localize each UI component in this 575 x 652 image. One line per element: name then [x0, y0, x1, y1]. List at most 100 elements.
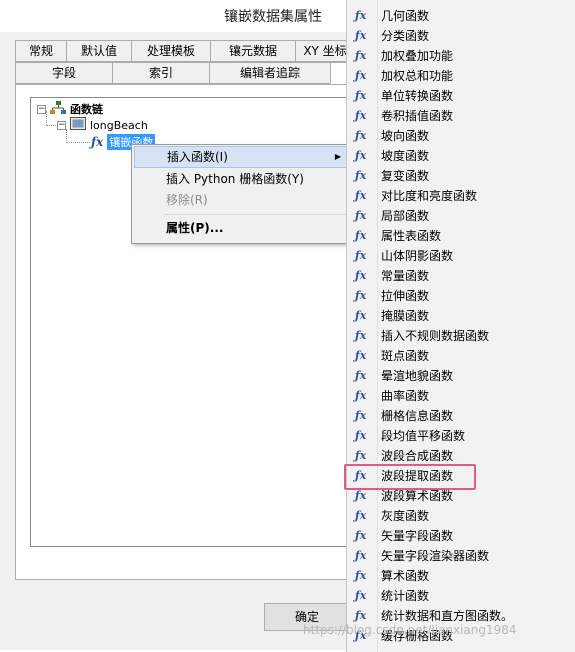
submenu-item[interactable]: ƒx 矢量字段渲染器函数 — [347, 546, 575, 566]
function-icon: ƒx — [355, 129, 371, 144]
menu-item-label: 属性(P)... — [166, 221, 224, 235]
submenu-item[interactable]: ƒx 拉伸函数 — [347, 286, 575, 306]
tree-label-function-chain: 函数链 — [70, 103, 103, 116]
submenu-item-label: 统计函数 — [381, 589, 430, 603]
submenu-item-label: 斑点函数 — [381, 349, 430, 363]
function-icon: ƒx — [355, 89, 371, 104]
watermark-text: https://blog.csdn.net/lianxiang1984 — [303, 623, 517, 637]
submenu-item-label: 灰度函数 — [381, 509, 430, 523]
tab-indexes[interactable]: 索引 — [112, 62, 210, 84]
submenu-item[interactable]: ƒx 复变函数 — [347, 166, 575, 186]
menu-item-label: 插入 Python 栅格函数(Y) — [166, 172, 304, 186]
submenu-item-label: 分类函数 — [381, 29, 430, 43]
collapse-icon[interactable]: − — [37, 104, 46, 114]
submenu-item-label: 晕渲地貌函数 — [381, 369, 454, 383]
menu-item-label: 插入函数(I) — [167, 150, 228, 164]
submenu-item-label: 对比度和亮度函数 — [381, 189, 478, 203]
function-icon: ƒx — [355, 109, 371, 124]
submenu-item[interactable]: ƒx 统计函数 — [347, 586, 575, 606]
submenu-item[interactable]: ƒx 局部函数 — [347, 206, 575, 226]
submenu-arrow-icon: ▶ — [334, 152, 341, 161]
function-icon: ƒx — [355, 329, 371, 344]
submenu-item-label: 坡向函数 — [381, 129, 430, 143]
function-icon: ƒx — [355, 69, 371, 84]
submenu-item[interactable]: ƒx 属性表函数 — [347, 226, 575, 246]
submenu-item[interactable]: ƒx 常量函数 — [347, 266, 575, 286]
function-submenu: ƒx 几何函数 ƒx 分类函数 ƒx 加权叠加功能 ƒx 加权总和功能 ƒx 单位转换函数 ƒx 卷积… — [346, 0, 575, 652]
function-icon: ƒx — [355, 249, 371, 264]
collapse-icon[interactable]: − — [57, 120, 66, 130]
submenu-item[interactable]: ƒx 斑点函数 — [347, 346, 575, 366]
tree-label-longbeach: longBeach — [90, 118, 148, 132]
function-icon: ƒx — [355, 209, 371, 224]
submenu-item[interactable]: ƒx 栅格信息函数 — [347, 406, 575, 426]
submenu-item[interactable]: ƒx 坡度函数 — [347, 146, 575, 166]
submenu-item[interactable]: ƒx 晕渲地貌函数 — [347, 366, 575, 386]
function-icon: ƒx — [355, 569, 371, 584]
tree-node-longbeach[interactable]: − longBeach — [57, 117, 148, 133]
submenu-item-label: 掩膜函数 — [381, 309, 430, 323]
function-icon: ƒx — [355, 289, 371, 304]
function-icon: ƒx — [355, 389, 371, 404]
submenu-item-label: 属性表函数 — [381, 229, 442, 243]
function-icon: ƒx — [355, 509, 371, 524]
tree-node-function-chain[interactable]: − 函数链 — [37, 100, 103, 118]
function-icon: ƒx — [355, 9, 371, 24]
submenu-item[interactable]: ƒx 掩膜函数 — [347, 306, 575, 326]
submenu-item[interactable]: ƒx 插入不规则数据函数 — [347, 326, 575, 346]
function-icon: ƒx — [91, 135, 104, 149]
submenu-item[interactable]: ƒx 曲率函数 — [347, 386, 575, 406]
submenu-item-label: 复变函数 — [381, 169, 430, 183]
menu-item-remove[interactable]: 移除(R) — [134, 189, 348, 211]
submenu-item[interactable]: ƒx 几何函数 — [347, 6, 575, 26]
submenu-item[interactable]: ƒx 对比度和亮度函数 — [347, 186, 575, 206]
tree-connector — [66, 142, 90, 143]
submenu-item-label: 算术函数 — [381, 569, 430, 583]
submenu-item[interactable]: ƒx 矢量字段函数 — [347, 526, 575, 546]
submenu-item[interactable]: ƒx 单位转换函数 — [347, 86, 575, 106]
submenu-item-label: 卷积插值函数 — [381, 109, 454, 123]
submenu-item-label: 段均值平移函数 — [381, 429, 466, 443]
function-icon: ƒx — [355, 489, 371, 504]
submenu-item-label: 几何函数 — [381, 9, 430, 23]
submenu-item[interactable]: ƒx 段均值平移函数 — [347, 426, 575, 446]
menu-item-properties[interactable]: 属性(P)... — [134, 217, 348, 239]
function-icon: ƒx — [355, 429, 371, 444]
function-icon: ƒx — [355, 189, 371, 204]
tab-processing-templates[interactable]: 处理模板 — [131, 40, 211, 62]
submenu-item-label: 插入不规则数据函数 — [381, 329, 490, 343]
function-icon: ƒx — [355, 309, 371, 324]
submenu-item[interactable]: ƒx 分类函数 — [347, 26, 575, 46]
tab-defaults[interactable]: 默认值 — [66, 40, 132, 62]
function-icon: ƒx — [355, 449, 371, 464]
tab-general[interactable]: 常规 — [15, 40, 67, 62]
function-icon: ƒx — [355, 409, 371, 424]
function-icon: ƒx — [355, 149, 371, 164]
submenu-item-label: 栅格信息函数 — [381, 409, 454, 423]
function-icon: ƒx — [355, 49, 371, 64]
submenu-item-label: 加权叠加功能 — [381, 49, 454, 63]
hierarchy-icon — [50, 100, 66, 118]
function-icon: ƒx — [355, 529, 371, 544]
function-icon: ƒx — [355, 169, 371, 184]
submenu-item-label: 拉伸函数 — [381, 289, 430, 303]
submenu-item[interactable]: ƒx 山体阴影函数 — [347, 246, 575, 266]
submenu-item[interactable]: ƒx 灰度函数 — [347, 506, 575, 526]
function-icon: ƒx — [355, 549, 371, 564]
submenu-item[interactable]: ƒx 算术函数 — [347, 566, 575, 586]
submenu-item-label: 波段合成函数 — [381, 449, 454, 463]
tab-raster-metadata[interactable]: 镶元数据 — [210, 40, 296, 62]
function-icon: ƒx — [355, 589, 371, 604]
submenu-item[interactable]: ƒx 加权叠加功能 — [347, 46, 575, 66]
window-title: 镶嵌数据集属性 — [224, 9, 322, 25]
submenu-item[interactable]: ƒx 卷积插值函数 — [347, 106, 575, 126]
function-icon: ƒx — [355, 609, 371, 624]
menu-item-insert-python-function[interactable]: 插入 Python 栅格函数(Y) — [134, 168, 348, 190]
tab-fields[interactable]: 字段 — [15, 62, 113, 84]
menu-item-insert-function[interactable]: 插入函数(I) ▶ — [134, 146, 348, 168]
submenu-item[interactable]: ƒx 加权总和功能 — [347, 66, 575, 86]
submenu-item[interactable]: ƒx 波段合成函数 — [347, 446, 575, 466]
tab-editor-tracking[interactable]: 编辑者追踪 — [209, 62, 331, 84]
function-icon: ƒx — [355, 29, 371, 44]
submenu-item[interactable]: ƒx 坡向函数 — [347, 126, 575, 146]
